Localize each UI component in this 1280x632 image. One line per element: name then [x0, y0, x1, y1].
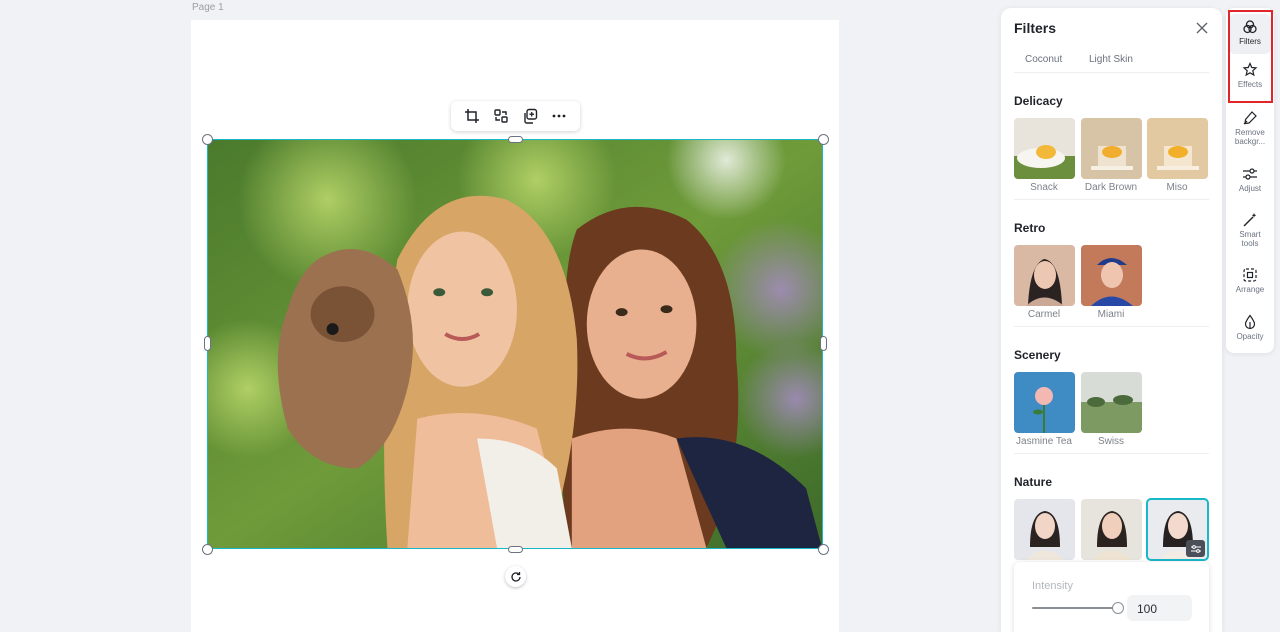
replace-icon [494, 109, 508, 123]
photo-image[interactable] [208, 140, 822, 548]
image-toolbar [451, 101, 580, 131]
filter-thumb-nature-3[interactable] [1146, 498, 1209, 561]
filters-list[interactable]: Coconut Light Skin Delicacy Snack Dark B… [1001, 44, 1222, 632]
filter-thumb-nature-2[interactable] [1081, 499, 1142, 560]
rail-label-smart-tools: Smart tools [1239, 230, 1261, 248]
sliders-icon [1190, 544, 1201, 553]
filter-label-light-skin: Light Skin [1089, 54, 1133, 65]
rail-label-arrange: Arrange [1235, 285, 1265, 294]
section-title-delicacy: Delicacy [1014, 94, 1063, 108]
rail-item-remove-background[interactable]: Remove backgr... [1229, 110, 1271, 154]
rail-label-remove-background: Remove backgr... [1234, 128, 1266, 146]
rotate-icon [510, 571, 521, 582]
intensity-value-input[interactable]: 100 [1127, 595, 1192, 621]
rail-item-smart-tools[interactable]: Smart tools [1229, 212, 1271, 256]
filter-label-carmel: Carmel [1027, 309, 1061, 320]
arrange-icon [1243, 268, 1257, 282]
filter-thumb-snack[interactable] [1014, 118, 1075, 179]
page-label: Page 1 [192, 2, 224, 13]
more-icon [552, 114, 566, 118]
replace-button[interactable] [489, 104, 513, 128]
resize-handle-top-right[interactable] [818, 134, 829, 145]
rail-item-arrange[interactable]: Arrange [1229, 267, 1271, 303]
filter-label-miami: Miami [1097, 309, 1125, 320]
section-title-nature: Nature [1014, 475, 1053, 489]
filter-label-miso: Miso [1166, 182, 1188, 193]
section-title-retro: Retro [1014, 221, 1046, 235]
intensity-slider-track[interactable] [1032, 607, 1118, 609]
duplicate-button[interactable] [518, 104, 542, 128]
section-title-scenery: Scenery [1014, 348, 1061, 362]
annotation-highlight-box [1228, 10, 1273, 103]
resize-handle-top-left[interactable] [202, 134, 213, 145]
filter-thumb-miso[interactable] [1147, 118, 1208, 179]
divider [1014, 72, 1209, 73]
filter-settings-button[interactable] [1186, 540, 1205, 557]
filter-label-dark-brown: Dark Brown [1084, 182, 1138, 193]
filter-thumb-dark-brown[interactable] [1081, 118, 1142, 179]
filter-thumb-jasmine-tea[interactable] [1014, 372, 1075, 433]
filter-label-swiss: Swiss [1097, 436, 1125, 447]
rail-label-adjust: Adjust [1238, 184, 1262, 193]
divider [1014, 199, 1209, 200]
rail-label-opacity: Opacity [1236, 332, 1264, 341]
more-button[interactable] [547, 104, 571, 128]
intensity-popover: Intensity 100 [1014, 562, 1209, 632]
selected-photo[interactable] [207, 139, 823, 549]
adjust-icon [1243, 168, 1257, 180]
resize-handle-bottom[interactable] [508, 546, 523, 553]
rotate-handle[interactable] [505, 566, 526, 587]
close-icon[interactable] [1194, 20, 1210, 36]
divider [1014, 453, 1209, 454]
filter-label-snack: Snack [1030, 182, 1058, 193]
filter-thumb-swiss[interactable] [1081, 372, 1142, 433]
resize-handle-left[interactable] [204, 336, 211, 351]
resize-handle-right[interactable] [820, 336, 827, 351]
resize-handle-bottom-right[interactable] [818, 544, 829, 555]
filter-label-jasmine-tea: Jasmine Tea [1016, 436, 1072, 447]
opacity-icon [1244, 314, 1256, 330]
remove-background-icon [1243, 111, 1257, 125]
resize-handle-bottom-left[interactable] [202, 544, 213, 555]
rail-item-opacity[interactable]: Opacity [1229, 314, 1271, 350]
crop-button[interactable] [460, 104, 484, 128]
filters-panel: Filters Coconut Light Skin Delicacy Snac… [1001, 8, 1222, 632]
rail-item-adjust[interactable]: Adjust [1229, 166, 1271, 202]
filter-thumb-carmel[interactable] [1014, 245, 1075, 306]
resize-handle-top[interactable] [508, 136, 523, 143]
panel-title: Filters [1014, 20, 1057, 36]
filter-label-coconut: Coconut [1025, 54, 1063, 65]
intensity-label: Intensity [1032, 580, 1073, 592]
crop-icon [464, 109, 479, 123]
duplicate-icon [524, 108, 538, 124]
intensity-slider-thumb[interactable] [1112, 602, 1124, 614]
smart-tools-icon [1243, 213, 1257, 227]
filter-thumb-nature-1[interactable] [1014, 499, 1075, 560]
divider [1014, 326, 1209, 327]
filter-thumb-miami[interactable] [1081, 245, 1142, 306]
